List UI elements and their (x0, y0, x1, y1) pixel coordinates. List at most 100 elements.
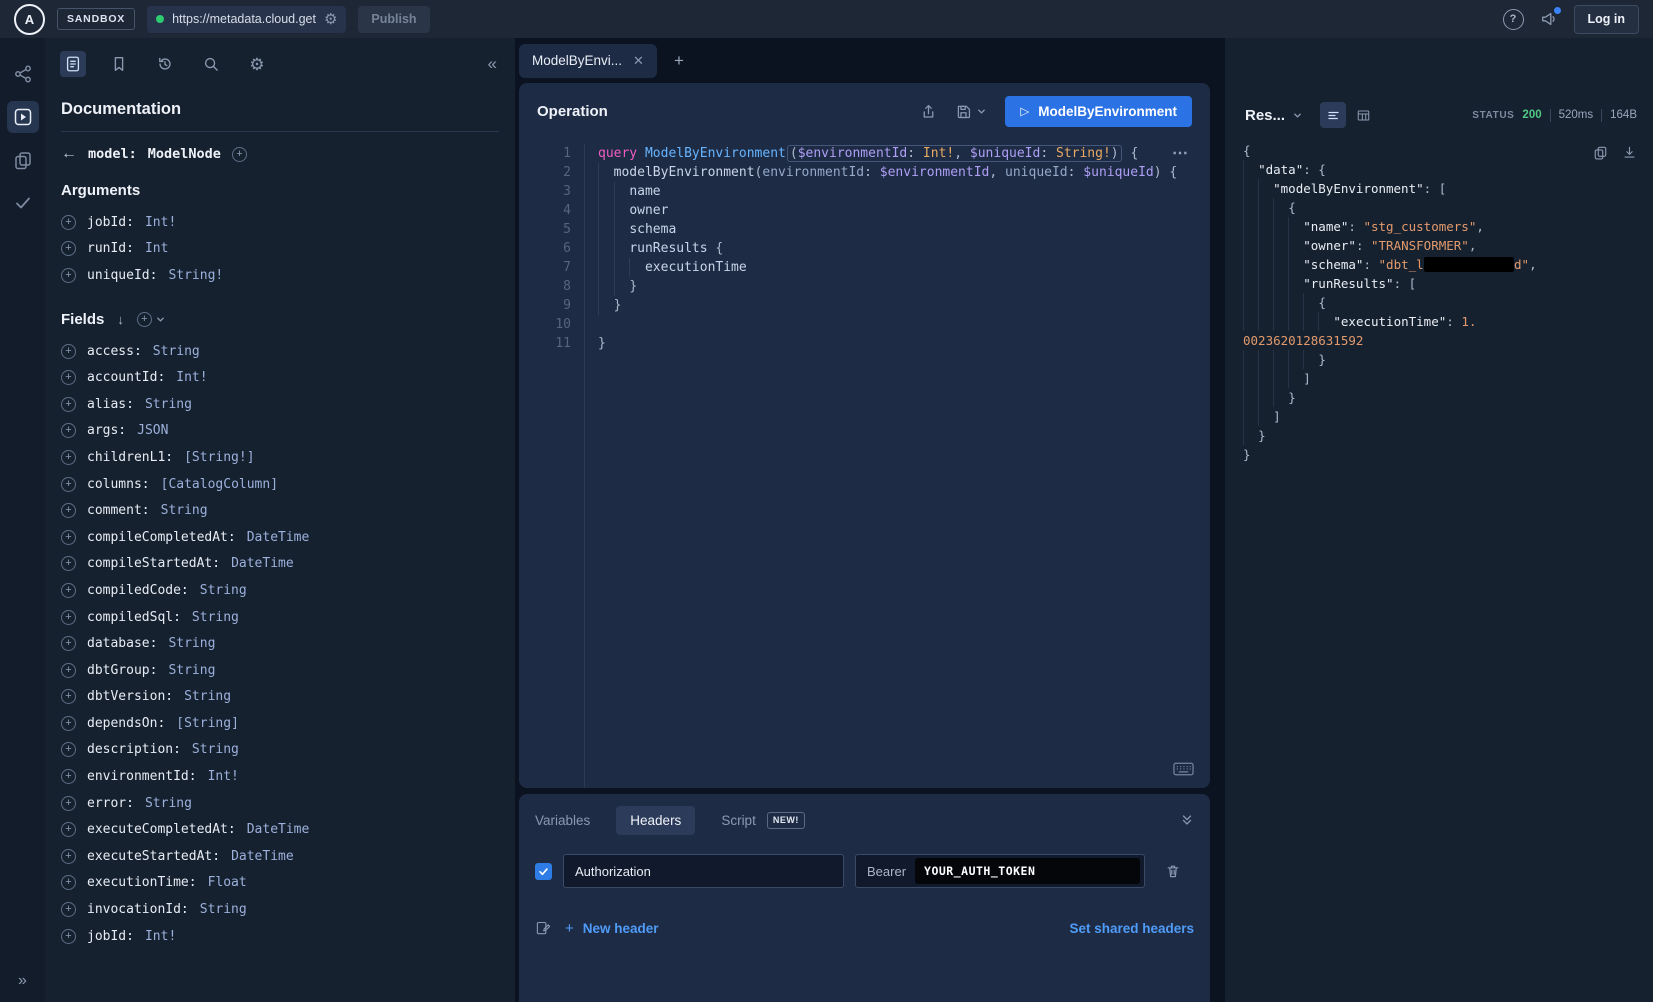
field-row[interactable]: +executionTime:Float (61, 870, 499, 897)
help-icon[interactable]: ? (1503, 9, 1524, 30)
announcements-button[interactable] (1540, 10, 1558, 28)
tab-script[interactable]: Script (721, 813, 756, 828)
field-type[interactable]: String (168, 663, 215, 678)
field-row[interactable]: +compiledCode:String (61, 577, 499, 604)
add-field-icon[interactable]: + (61, 583, 76, 598)
login-button[interactable]: Log in (1574, 5, 1640, 34)
field-row[interactable]: +executeCompletedAt:DateTime (61, 816, 499, 843)
field-row[interactable]: +dbtVersion:String (61, 684, 499, 711)
field-type[interactable]: String (200, 583, 247, 598)
add-field-icon[interactable]: + (61, 663, 76, 678)
apollo-logo-icon[interactable]: A (14, 4, 45, 35)
field-type[interactable]: JSON (137, 423, 168, 438)
saved-operations-button[interactable] (106, 51, 132, 77)
field-row[interactable]: +database:String (61, 630, 499, 657)
add-field-icon[interactable]: + (61, 450, 76, 465)
add-fields-dropdown[interactable]: + (137, 312, 166, 327)
share-operation-button[interactable] (920, 103, 937, 120)
field-type[interactable]: String (145, 796, 192, 811)
rail-schema-button[interactable] (7, 58, 39, 90)
search-button[interactable] (198, 51, 224, 77)
field-row[interactable]: +comment:String (61, 497, 499, 524)
field-row[interactable]: +args:JSON (61, 418, 499, 445)
field-type[interactable]: DateTime (247, 530, 310, 545)
endpoint-url-input[interactable]: https://metadata.cloud.get ⚙ (147, 6, 346, 33)
auth-token-field[interactable]: YOUR_AUTH_TOKEN (915, 858, 1140, 884)
add-field-icon[interactable]: + (61, 423, 76, 438)
field-type[interactable]: DateTime (247, 822, 310, 837)
header-value-input[interactable]: Bearer YOUR_AUTH_TOKEN (855, 854, 1145, 888)
add-field-icon[interactable]: + (61, 370, 76, 385)
header-key-input[interactable]: Authorization (563, 854, 844, 888)
field-row[interactable]: +compiledSql:String (61, 604, 499, 631)
field-row[interactable]: +childrenL1:[String!] (61, 444, 499, 471)
tab-headers[interactable]: Headers (616, 806, 695, 835)
add-field-icon[interactable]: + (61, 822, 76, 837)
endpoint-settings-gear-icon[interactable]: ⚙ (324, 12, 337, 27)
save-operation-dropdown[interactable] (955, 103, 987, 120)
argument-type[interactable]: Int! (145, 215, 176, 230)
field-row[interactable]: +access:String (61, 338, 499, 365)
field-type[interactable]: String (192, 742, 239, 757)
table-view-button[interactable] (1350, 102, 1376, 128)
field-type[interactable]: DateTime (231, 849, 294, 864)
field-type[interactable]: [String!] (184, 450, 254, 465)
operation-tab[interactable]: ModelByEnvi... ✕ (519, 44, 657, 78)
field-type[interactable]: Int! (208, 769, 239, 784)
sort-fields-icon[interactable]: ↓ (117, 312, 124, 327)
add-field-icon[interactable]: + (61, 929, 76, 944)
field-row[interactable]: +description:String (61, 737, 499, 764)
back-arrow-icon[interactable]: ← (61, 146, 77, 162)
add-field-icon[interactable]: + (61, 875, 76, 890)
field-type[interactable]: String (184, 689, 231, 704)
rail-explorer-button[interactable] (7, 101, 39, 133)
field-type[interactable]: Int! (145, 929, 176, 944)
collapse-request-panel-button[interactable] (1180, 813, 1194, 827)
add-field-icon[interactable]: + (61, 902, 76, 917)
explorer-settings-button[interactable]: ⚙ (244, 51, 270, 77)
field-type[interactable]: [CatalogColumn] (161, 477, 278, 492)
tab-variables[interactable]: Variables (535, 813, 590, 828)
field-row[interactable]: +error:String (61, 790, 499, 817)
field-type[interactable]: DateTime (231, 556, 294, 571)
field-type[interactable]: Int! (176, 370, 207, 385)
add-field-icon[interactable]: + (61, 344, 76, 359)
field-type[interactable]: [String] (176, 716, 239, 731)
add-field-icon[interactable]: + (61, 556, 76, 571)
field-type[interactable]: String (145, 397, 192, 412)
close-tab-icon[interactable]: ✕ (633, 53, 644, 69)
field-row[interactable]: +dependsOn:[String] (61, 710, 499, 737)
add-field-icon[interactable]: + (61, 769, 76, 784)
response-body[interactable]: { "data": { "modelByEnvironment": [ { "n… (1225, 141, 1653, 464)
keyboard-shortcuts-button[interactable] (1173, 762, 1194, 776)
editor-overflow-menu[interactable]: ⋯ (1172, 143, 1190, 163)
add-field-icon[interactable]: + (61, 742, 76, 757)
argument-row[interactable]: +runId:Int (61, 236, 499, 263)
collapse-docs-panel-button[interactable]: « (488, 54, 497, 74)
add-field-icon[interactable]: + (61, 610, 76, 625)
response-title-dropdown[interactable]: Res... (1245, 107, 1303, 124)
field-row[interactable]: +compileStartedAt:DateTime (61, 551, 499, 578)
copy-response-button[interactable] (1593, 145, 1608, 160)
rail-expand-button[interactable]: » (18, 972, 27, 990)
add-field-icon[interactable]: + (61, 689, 76, 704)
add-argument-icon[interactable]: + (61, 268, 76, 283)
formatted-view-button[interactable] (1320, 102, 1346, 128)
field-type[interactable]: String (192, 610, 239, 625)
rail-checklist-button[interactable] (7, 187, 39, 219)
edit-headers-raw-button[interactable] (535, 920, 551, 937)
download-response-button[interactable] (1622, 145, 1637, 160)
field-type[interactable]: String (200, 902, 247, 917)
publish-button[interactable]: Publish (358, 6, 429, 33)
field-type[interactable]: Float (208, 875, 247, 890)
header-enabled-checkbox[interactable] (535, 863, 552, 880)
field-row[interactable]: +invocationId:String (61, 896, 499, 923)
field-type[interactable]: String (168, 636, 215, 651)
argument-type[interactable]: String! (168, 268, 223, 283)
add-field-icon[interactable]: + (61, 796, 76, 811)
argument-row[interactable]: +uniqueId:String! (61, 262, 499, 289)
field-row[interactable]: +environmentId:Int! (61, 763, 499, 790)
add-argument-icon[interactable]: + (61, 241, 76, 256)
field-row[interactable]: +executeStartedAt:DateTime (61, 843, 499, 870)
history-button[interactable] (152, 51, 178, 77)
